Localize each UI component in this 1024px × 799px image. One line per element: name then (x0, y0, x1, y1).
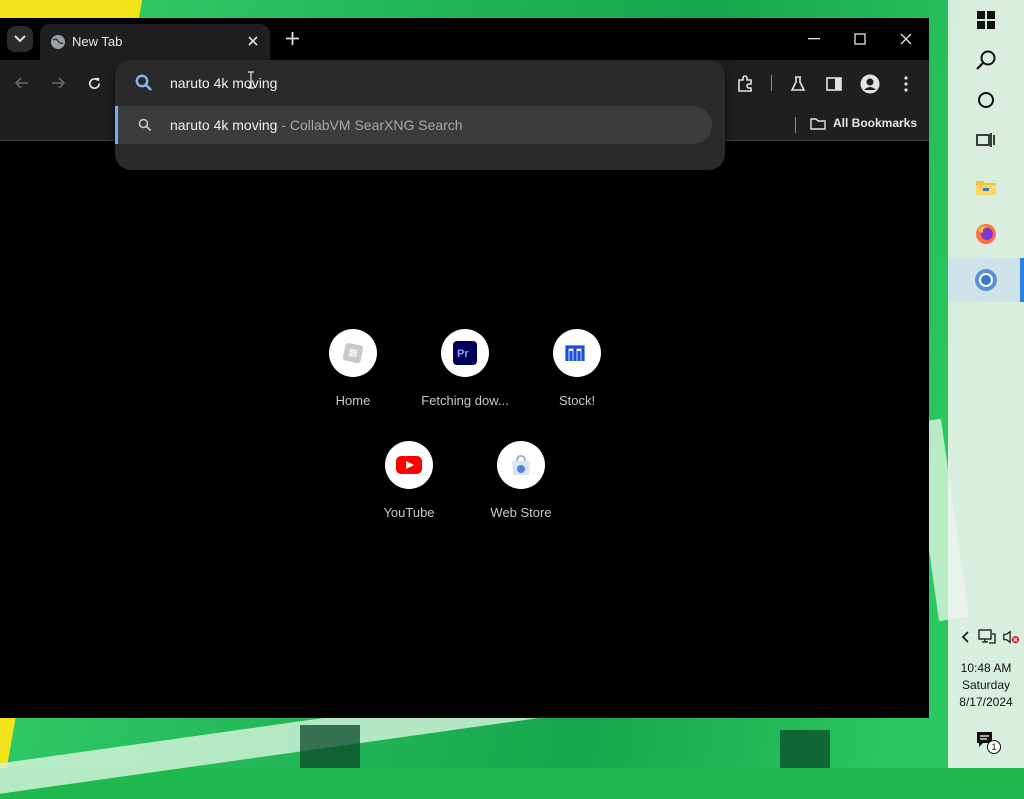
shortcut-icon-circle (553, 329, 601, 377)
search-taskbar-button[interactable] (971, 45, 1001, 75)
show-hidden-icons-button[interactable] (956, 628, 974, 646)
web-store-icon (512, 454, 530, 475)
clock-day: Saturday (961, 678, 1011, 692)
network-button[interactable] (978, 628, 996, 646)
text-cursor-icon (248, 71, 254, 89)
wallpaper-shape (300, 725, 360, 768)
premiere-pro-icon: Pr (453, 341, 477, 365)
shortcut-web-store[interactable]: Web Store (465, 441, 577, 541)
more-vertical-icon (904, 76, 908, 92)
side-panel-icon (826, 77, 842, 91)
tab-new-tab[interactable]: New Tab (40, 24, 270, 60)
clock-date: 8/17/2024 (959, 695, 1013, 709)
maximize-button[interactable] (845, 26, 875, 52)
suggestion-query: naruto 4k moving (170, 117, 278, 133)
shortcut-label: Stock! (558, 393, 596, 408)
tab-close-button[interactable] (244, 32, 262, 50)
close-icon (900, 33, 912, 45)
system-clock[interactable]: 10:48 AM Saturday 8/17/2024 (948, 660, 1024, 711)
labs-button[interactable] (786, 72, 810, 96)
shortcut-youtube[interactable]: YouTube (353, 441, 465, 541)
shortcut-icon-circle: Pr (441, 329, 489, 377)
shortcut-label: Fetching dow... (421, 393, 509, 408)
shortcut-stock[interactable]: Stock! (521, 329, 633, 429)
suggestion-provider: CollabVM SearXNG Search (289, 117, 463, 133)
folder-icon (976, 181, 996, 195)
cortana-icon (978, 92, 994, 108)
firefox-icon (976, 224, 996, 244)
toolbar-separator (771, 75, 772, 91)
shortcut-label: Web Store (490, 505, 552, 520)
minimize-button[interactable] (799, 26, 829, 52)
volume-button[interactable] (1002, 628, 1020, 646)
menu-button[interactable] (894, 72, 918, 96)
clock-time: 10:48 AM (960, 661, 1012, 675)
shortcut-icon-circle (385, 441, 433, 489)
network-icon (978, 629, 996, 644)
profile-icon (860, 74, 880, 94)
taskbar: 10:48 AM Saturday 8/17/2024 1 (948, 0, 1024, 768)
chrome-icon (975, 269, 997, 291)
shortcut-icon-circle (497, 441, 545, 489)
close-window-button[interactable] (891, 26, 921, 52)
shortcut-label: Home (335, 393, 371, 408)
roblox-icon (342, 342, 364, 364)
chevron-left-icon (961, 631, 969, 643)
search-icon (976, 50, 996, 70)
reload-button[interactable] (83, 72, 105, 94)
maximize-icon (854, 33, 866, 45)
reload-icon (88, 77, 100, 89)
search-icon (138, 118, 152, 132)
notification-count-badge: 1 (987, 740, 1001, 754)
minimize-icon (808, 38, 820, 40)
arrow-left-icon (15, 77, 28, 89)
wallpaper-shape (780, 730, 830, 768)
tab-strip: New Tab (0, 18, 929, 60)
windows-icon (977, 11, 995, 29)
action-center-button[interactable]: 1 (971, 726, 1001, 756)
back-button[interactable] (11, 72, 33, 94)
all-bookmarks-label: All Bookmarks (833, 116, 918, 130)
shortcut-home[interactable]: Home (297, 329, 409, 429)
globe-icon (51, 35, 65, 49)
tab-search-button[interactable] (7, 26, 33, 52)
start-button[interactable] (971, 5, 1001, 35)
forward-button[interactable] (47, 72, 69, 94)
profile-button[interactable] (858, 72, 882, 96)
volume-muted-icon (1003, 630, 1020, 644)
tab-title: New Tab (72, 34, 123, 49)
folder-icon (810, 117, 826, 130)
suggestion-separator: - (277, 117, 290, 133)
shortcut-icon-circle (329, 329, 377, 377)
side-panel-button[interactable] (822, 72, 846, 96)
shortcut-label: YouTube (383, 505, 435, 520)
stock-icon (565, 345, 585, 361)
task-view-button[interactable] (971, 125, 1001, 155)
shortcut-fetching[interactable]: Pr Fetching dow... (409, 329, 521, 429)
file-explorer-button[interactable] (971, 172, 1001, 202)
omnibox-suggestion[interactable]: naruto 4k moving - CollabVM SearXNG Sear… (115, 106, 712, 144)
extensions-button[interactable] (733, 72, 757, 96)
browser-window: New Tab All Bookmarks naruto 4k moving n… (0, 18, 929, 718)
cortana-button[interactable] (971, 85, 1001, 115)
all-bookmarks-button[interactable]: All Bookmarks (810, 114, 917, 132)
bookmarks-separator (795, 117, 796, 133)
chrome-button[interactable] (971, 265, 1001, 295)
close-icon (248, 36, 258, 46)
firefox-button[interactable] (971, 219, 1001, 249)
active-app-indicator (1020, 258, 1024, 302)
flask-icon (790, 76, 806, 91)
svg-text:Pr: Pr (457, 348, 469, 360)
task-view-icon (976, 133, 995, 147)
search-icon (135, 74, 152, 91)
new-tab-button[interactable] (282, 28, 302, 48)
puzzle-icon (738, 75, 752, 92)
omnibox-dropdown: naruto 4k moving - CollabVM SearXNG Sear… (115, 60, 725, 170)
chevron-down-icon (14, 35, 26, 43)
youtube-icon (396, 456, 422, 474)
plus-icon (285, 31, 299, 45)
suggestion-text: naruto 4k moving - CollabVM SearXNG Sear… (170, 117, 463, 133)
arrow-right-icon (52, 77, 65, 89)
